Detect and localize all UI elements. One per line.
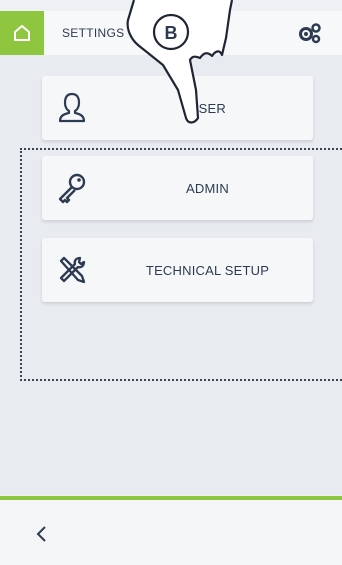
user-icon xyxy=(58,92,86,123)
gears-icon[interactable] xyxy=(298,22,322,44)
user-button[interactable]: USER xyxy=(42,76,313,140)
key-icon xyxy=(58,173,86,204)
admin-label: ADMIN xyxy=(186,180,229,196)
home-button[interactable] xyxy=(0,11,44,55)
technical-setup-button[interactable]: TECHNICAL SETUP xyxy=(42,238,313,302)
tools-icon xyxy=(59,256,86,284)
annotation-letter: B xyxy=(164,23,178,43)
home-icon xyxy=(14,25,30,41)
chevron-left-icon[interactable] xyxy=(30,522,54,546)
technical-setup-label: TECHNICAL SETUP xyxy=(145,262,270,278)
admin-button[interactable]: ADMIN xyxy=(42,156,313,220)
page-title: SETTINGS xyxy=(62,26,125,40)
user-label: USER xyxy=(189,100,226,116)
bottom-bar xyxy=(0,500,342,565)
